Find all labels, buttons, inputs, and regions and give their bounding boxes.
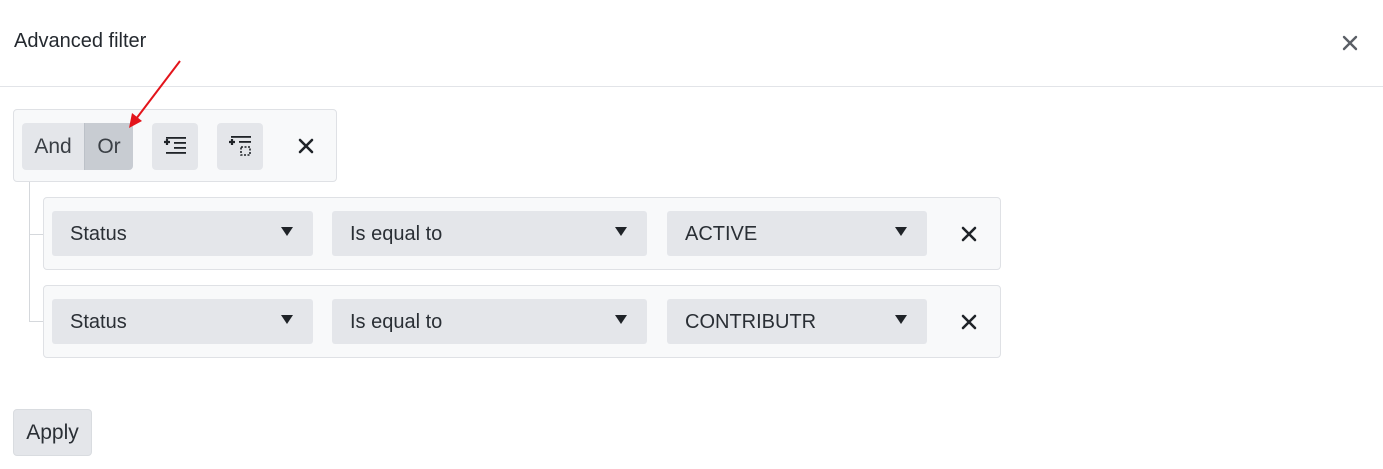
tree-connector	[29, 182, 30, 322]
value-select-value: CONTRIBUTR	[685, 311, 817, 333]
value-select-value: ACTIVE	[685, 223, 758, 245]
value-select[interactable]: CONTRIBUTR	[667, 299, 927, 344]
value-select[interactable]: ACTIVE	[667, 211, 927, 256]
logic-or-button[interactable]: Or	[84, 123, 133, 170]
field-select-value: Status	[70, 223, 127, 245]
tree-branch	[29, 321, 43, 322]
close-icon	[1342, 35, 1358, 51]
dialog-title: Advanced filter	[14, 30, 147, 52]
tree-branch	[29, 234, 43, 235]
filter-group-toolbar: And Or	[13, 109, 337, 182]
field-select[interactable]: Status	[52, 299, 313, 344]
close-icon	[298, 138, 314, 154]
remove-group-button[interactable]	[293, 133, 319, 159]
field-select-value: Status	[70, 311, 127, 333]
caret-down-icon	[615, 227, 627, 236]
add-group-icon	[229, 135, 251, 156]
remove-condition-button[interactable]	[956, 221, 982, 247]
close-icon	[961, 226, 977, 242]
condition-row: Status Is equal to ACTIVE	[43, 197, 1001, 270]
add-group-button[interactable]	[217, 123, 263, 170]
close-icon	[961, 314, 977, 330]
field-select[interactable]: Status	[52, 211, 313, 256]
dialog-header: Advanced filter	[0, 0, 1383, 87]
add-expression-button[interactable]	[152, 123, 198, 170]
condition-row: Status Is equal to CONTRIBUTR	[43, 285, 1001, 358]
operator-select-value: Is equal to	[350, 311, 443, 333]
close-dialog-button[interactable]	[1337, 30, 1363, 56]
add-expression-icon	[164, 136, 186, 154]
caret-down-icon	[281, 227, 293, 236]
operator-select-value: Is equal to	[350, 223, 443, 245]
caret-down-icon	[895, 227, 907, 236]
logic-and-button[interactable]: And	[22, 123, 84, 170]
advanced-filter-dialog: Advanced filter And Or Status Is equal t…	[0, 0, 1383, 469]
apply-button[interactable]: Apply	[13, 409, 92, 456]
caret-down-icon	[281, 315, 293, 324]
operator-select[interactable]: Is equal to	[332, 211, 647, 256]
operator-select[interactable]: Is equal to	[332, 299, 647, 344]
logic-toggle: And Or	[22, 123, 133, 170]
caret-down-icon	[895, 315, 907, 324]
caret-down-icon	[615, 315, 627, 324]
remove-condition-button[interactable]	[956, 309, 982, 335]
